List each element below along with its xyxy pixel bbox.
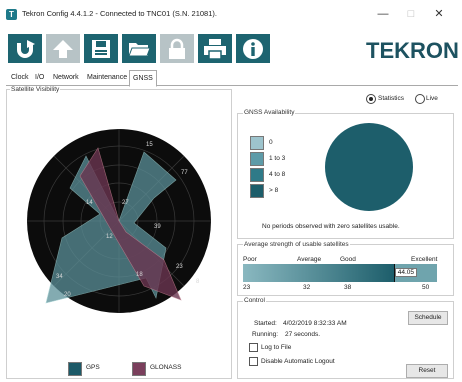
maximize-button[interactable]: □ [400,6,422,22]
tab-network[interactable]: Network [50,72,82,84]
log-to-file-label: Log to File [261,344,292,351]
open-button[interactable] [122,34,156,63]
availability-pie [325,123,413,211]
availability-note: No periods observed with zero satellites… [262,223,400,230]
strength-label-poor: Poor [243,256,257,263]
statistics-label: Statistics [378,95,405,102]
tab-bar: Clock I/O Network Maintenance GNSS [6,70,458,87]
started-label: Started: [254,320,277,327]
save-button[interactable] [84,34,118,63]
lock-icon [169,38,185,59]
log-to-file-checkbox[interactable] [249,343,258,352]
tab-clock[interactable]: Clock [8,72,32,84]
open-folder-icon [128,42,151,56]
print-button[interactable] [198,34,232,63]
availability-label-3: > 8 [269,187,279,194]
sky-label: 34 [56,274,63,280]
save-disk-icon [92,39,110,58]
availability-swatch-2 [250,168,264,182]
sky-label: 77 [181,170,188,176]
availability-label-2: 4 to 8 [269,171,286,178]
minimize-button[interactable]: — [372,6,394,22]
legend-gps-label: GPS [86,364,100,371]
refresh-icon [17,39,35,58]
strength-value: 44.05 [394,268,417,277]
strength-label-excellent: Excellent [411,256,438,263]
sky-label: 12 [106,234,113,240]
upload-button[interactable] [46,34,80,63]
running-label: Running: [252,331,279,338]
strength-scale-3: 50 [422,284,430,291]
sky-label: 20 [64,292,71,298]
gnss-availability-title: GNSS Availability [243,109,296,116]
availability-swatch-1 [250,152,264,166]
info-button[interactable] [236,34,270,63]
availability-label-0: 0 [269,139,273,146]
sky-label: 18 [136,272,143,278]
sky-label: 39 [154,224,161,230]
sky-label: 15 [146,142,153,148]
refresh-button[interactable] [8,34,42,63]
strength-bar: 44.05 [243,264,437,282]
disable-logout-label: Disable Automatic Logout [261,358,335,365]
running-value: 27 seconds. [285,331,321,338]
window-title: Tekron Config 4.4.1.2 - Connected to TNC… [22,9,217,18]
strength-scale-0: 23 [243,284,251,291]
started-value: 4/02/2019 8:32:33 AM [283,320,347,327]
tab-maintenance[interactable]: Maintenance [84,72,130,84]
lock-button[interactable] [160,34,194,63]
sky-label: 8 [196,279,200,285]
strength-title: Average strength of usable satellites [243,241,350,248]
info-icon [243,38,263,59]
strength-scale-1: 32 [303,284,311,291]
sky-label: 14 [86,200,93,206]
availability-swatch-3 [250,184,264,198]
strength-label-good: Good [340,256,356,263]
app-icon: T [6,9,17,20]
tekron-logo: TEKRON [366,38,459,63]
tab-gnss[interactable]: GNSS [129,70,157,87]
satellite-visibility-title: Satellite Visibility [10,86,61,93]
reset-button[interactable]: Reset [406,364,448,378]
availability-swatch-0 [250,136,264,150]
control-title: Control [243,297,266,304]
sky-label: 27 [122,200,129,206]
strength-fill [243,264,395,282]
statistics-radio[interactable] [366,94,376,104]
schedule-button[interactable]: Schedule [408,311,448,325]
legend-glonass-swatch [132,362,146,376]
title-bar: T Tekron Config 4.4.1.2 - Connected to T… [0,0,462,30]
availability-label-1: 1 to 3 [269,155,286,162]
disable-logout-checkbox[interactable] [249,357,258,366]
strength-label-average: Average [297,256,322,263]
live-label: Live [426,95,438,102]
strength-scale-2: 38 [344,284,352,291]
legend-gps-swatch [68,362,82,376]
upload-arrow-icon [53,39,73,58]
legend-glonass-label: GLONASS [150,364,182,371]
live-radio[interactable] [415,94,425,104]
sky-label: 23 [176,264,183,270]
tab-io[interactable]: I/O [32,72,47,84]
sky-plot: 15 77 14 27 39 12 23 34 18 20 8 [27,129,211,313]
printer-icon [204,38,226,60]
close-button[interactable]: ✕ [428,6,450,22]
